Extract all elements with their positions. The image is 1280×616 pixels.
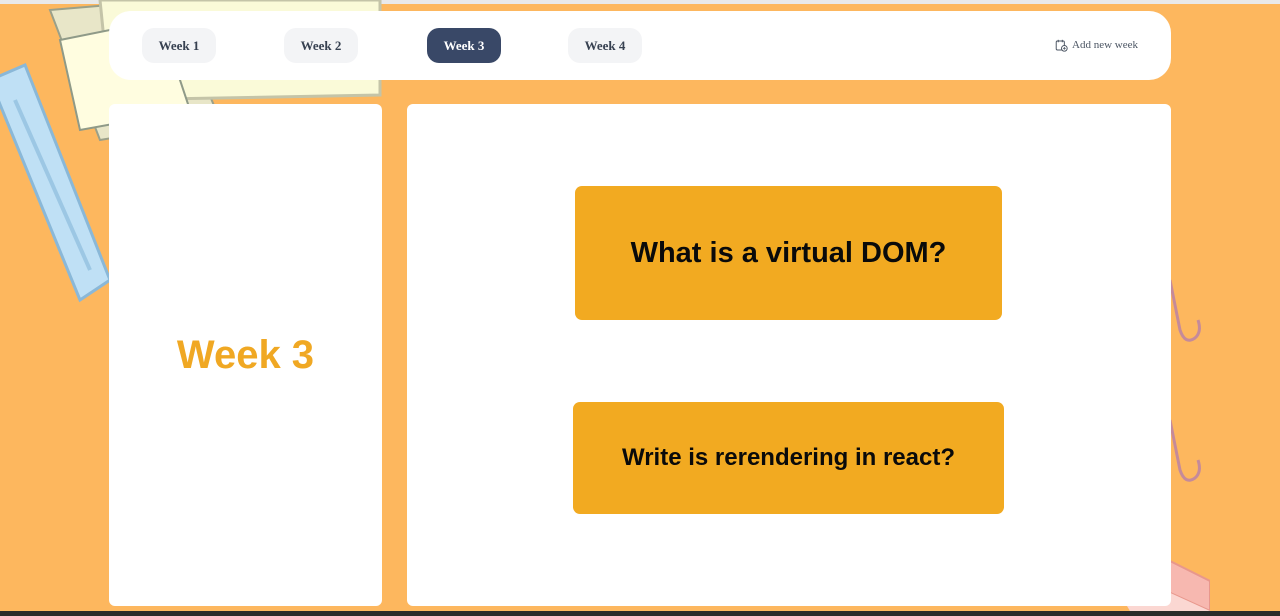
question-card[interactable]: Write is rerendering in react? bbox=[573, 402, 1004, 514]
add-new-week-button[interactable]: Add new week bbox=[1055, 37, 1138, 53]
week-navbar: Week 1 Week 2 Week 3 Week 4 Add new week bbox=[109, 11, 1171, 80]
current-week-title: Week 3 bbox=[176, 332, 315, 377]
tab-week-1[interactable]: Week 1 bbox=[142, 28, 216, 63]
tab-week-2[interactable]: Week 2 bbox=[284, 28, 358, 63]
top-border bbox=[0, 0, 1280, 4]
question-card[interactable]: What is a virtual DOM? bbox=[575, 186, 1002, 320]
tab-week-3[interactable]: Week 3 bbox=[427, 28, 501, 63]
bottom-border bbox=[0, 611, 1280, 616]
calendar-plus-icon bbox=[1055, 39, 1068, 52]
tab-week-4[interactable]: Week 4 bbox=[568, 28, 642, 63]
add-new-week-label: Add new week bbox=[1072, 39, 1138, 51]
questions-panel: What is a virtual DOM? Write is rerender… bbox=[407, 104, 1171, 606]
week-title-panel: Week 3 bbox=[109, 104, 382, 606]
